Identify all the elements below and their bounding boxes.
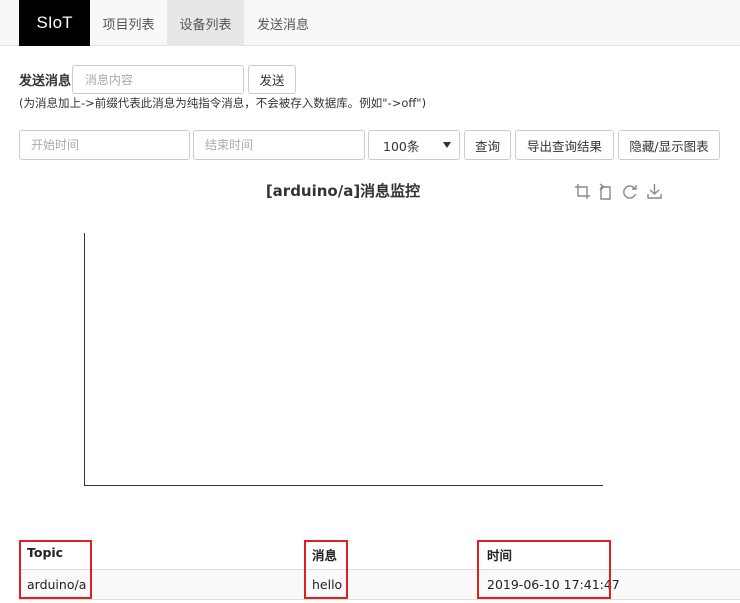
cell-message: hello [312,577,343,592]
table-row-divider [19,599,740,600]
chart-axes [84,233,603,486]
column-header-topic: Topic [27,545,64,560]
cell-time: 2019-06-10 17:41:47 [487,577,620,592]
table-row [19,570,740,599]
column-header-message: 消息 [312,548,338,563]
column-header-time: 时间 [487,548,513,563]
cell-topic: arduino/a [27,577,87,592]
table-row-divider [19,569,740,570]
